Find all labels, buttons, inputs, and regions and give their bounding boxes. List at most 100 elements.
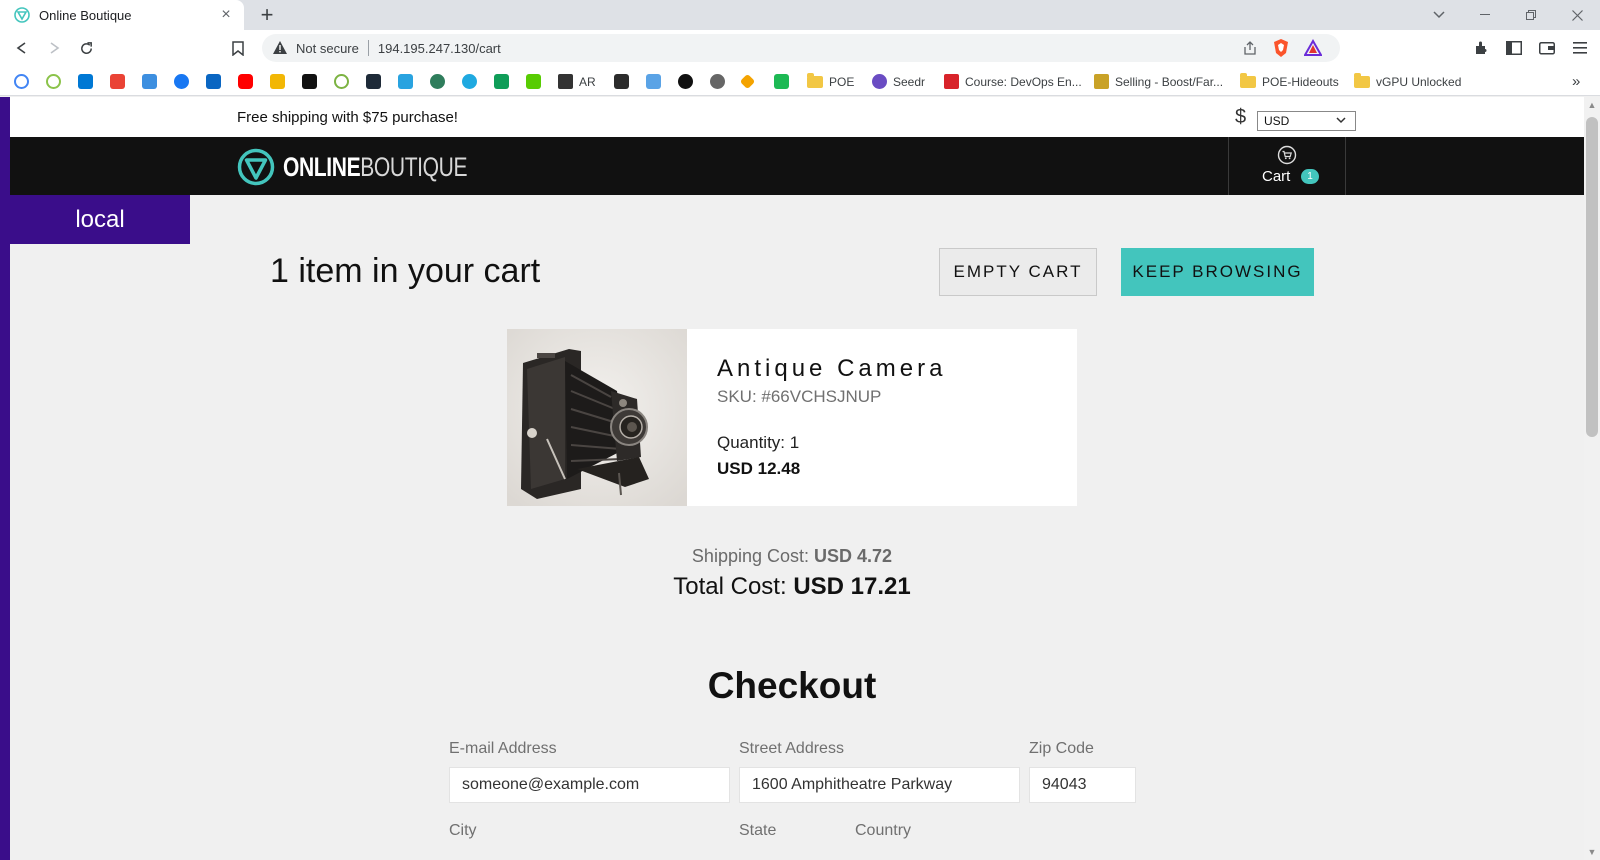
- wallet-icon[interactable]: [1535, 36, 1559, 60]
- email-field[interactable]: someone@example.com: [449, 767, 730, 803]
- chart-bookmark-icon[interactable]: [774, 74, 789, 89]
- share-icon[interactable]: [1242, 40, 1258, 61]
- page-scrollbar[interactable]: ▲ ▼: [1584, 97, 1600, 860]
- outlook-bookmark-icon[interactable]: [78, 74, 93, 89]
- cart-count-badge: 1: [1301, 169, 1319, 184]
- circle-bookmark-icon[interactable]: [46, 74, 61, 89]
- world-bookmark-icon[interactable]: [710, 74, 725, 89]
- duolingo-bookmark-icon[interactable]: [526, 74, 541, 89]
- scroll-up-icon[interactable]: ▲: [1587, 100, 1597, 110]
- dark-bookmark-icon[interactable]: [678, 74, 693, 89]
- teal-bookmark-icon[interactable]: [462, 74, 477, 89]
- bookmarks-bar: AR POE Seedr Course: DevOps En... Sellin…: [0, 66, 1600, 96]
- restore-icon[interactable]: [1508, 0, 1554, 30]
- item-price: USD 12.48: [717, 459, 801, 478]
- browser-toolbar: Not secure 194.195.247.130/cart: [0, 30, 1600, 66]
- shipping-cost: Shipping Cost: USD 4.72: [0, 546, 1584, 567]
- sidebar-icon[interactable]: [1502, 36, 1526, 60]
- city-label: City: [449, 822, 477, 839]
- bookmark-poe-label: POE: [829, 74, 855, 89]
- museum-icon: [558, 74, 573, 89]
- extensions-icon[interactable]: [1470, 36, 1494, 60]
- cart-link[interactable]: Cart 1: [1228, 137, 1346, 195]
- bookmark-folder-poe[interactable]: POE: [807, 72, 855, 90]
- url-text[interactable]: 194.195.247.130/cart: [378, 41, 501, 56]
- more-bookmarks-icon[interactable]: »: [1572, 73, 1580, 90]
- email-label: E-mail Address: [449, 740, 557, 757]
- scroll-thumb[interactable]: [1586, 117, 1598, 437]
- seedr-icon: [872, 74, 887, 89]
- bookmark-folder-vgpu[interactable]: vGPU Unlocked: [1354, 72, 1462, 90]
- currency-select[interactable]: USD: [1257, 111, 1356, 131]
- reload-icon[interactable]: [74, 36, 98, 60]
- not-secure-label[interactable]: Not secure: [296, 41, 359, 56]
- keep-browsing-button[interactable]: KEEP BROWSING: [1121, 248, 1314, 296]
- tab-search-icon[interactable]: [1416, 0, 1462, 30]
- bookmark-selling[interactable]: Selling - Boost/Far...: [1094, 73, 1223, 90]
- empty-cart-button[interactable]: EMPTY CART: [939, 248, 1097, 296]
- total-cost-label: Total Cost:: [673, 573, 787, 600]
- green-bookmark-icon[interactable]: [334, 74, 349, 89]
- forward-icon[interactable]: [42, 36, 66, 60]
- street-address-field[interactable]: 1600 Amphitheatre Parkway: [739, 767, 1020, 803]
- bookmark-course[interactable]: Course: DevOps En...: [944, 73, 1082, 90]
- bookmark-vgpu-label: vGPU Unlocked: [1376, 74, 1462, 89]
- logo-bold-text: ONLINE: [283, 151, 361, 182]
- item-quantity: Quantity: 1: [717, 433, 800, 452]
- gmail-bookmark-icon[interactable]: [110, 74, 125, 89]
- environment-badge: local: [10, 195, 190, 244]
- green-square-bookmark-icon[interactable]: [494, 74, 509, 89]
- yellow-bookmark-icon[interactable]: [270, 74, 285, 89]
- cart-label: Cart: [1262, 168, 1291, 185]
- bookmark-ar-label: AR: [579, 74, 596, 89]
- page-viewport: Free shipping with $75 purchase! $ USD O…: [0, 97, 1600, 860]
- bookmark-ar[interactable]: AR: [558, 73, 596, 90]
- cart-item: Antique Camera SKU: #66VCHSJNUP Quantity…: [507, 329, 1077, 506]
- image-bookmark-icon[interactable]: [646, 74, 661, 89]
- close-window-icon[interactable]: [1554, 0, 1600, 30]
- bookmark-folder-poe-hideouts[interactable]: POE-Hideouts: [1240, 72, 1339, 90]
- address-bar[interactable]: Not secure 194.195.247.130/cart: [262, 34, 1340, 62]
- course-icon: [944, 74, 959, 89]
- bookmark-selling-label: Selling - Boost/Far...: [1115, 74, 1224, 89]
- menu-icon[interactable]: [1568, 36, 1592, 60]
- facebook-bookmark-icon[interactable]: [174, 74, 189, 89]
- brave-shields-icon[interactable]: [1272, 38, 1290, 63]
- bookmark-page-icon[interactable]: [226, 36, 250, 60]
- product-image-camera[interactable]: [507, 329, 687, 506]
- total-cost-value: USD 17.21: [793, 573, 911, 600]
- folder-icon: [1354, 72, 1370, 88]
- brave-rewards-icon[interactable]: [1303, 38, 1323, 62]
- tab-title: Online Boutique: [39, 7, 132, 23]
- zip-code-field[interactable]: 94043: [1029, 767, 1136, 803]
- currency-selected: USD: [1264, 114, 1290, 128]
- bookmark-poe-hideouts-label: POE-Hideouts: [1262, 74, 1339, 89]
- country-label: Country: [855, 822, 912, 839]
- google-bookmark-icon[interactable]: [14, 74, 29, 89]
- minimize-icon[interactable]: [1462, 0, 1508, 30]
- back-icon[interactable]: [10, 36, 34, 60]
- ez-bookmark-icon[interactable]: [302, 74, 317, 89]
- youtube-bookmark-icon[interactable]: [238, 74, 253, 89]
- site-navbar: ONLINEBOUTIQUE Cart 1: [10, 137, 1584, 195]
- bookmark-seedr[interactable]: Seedr: [872, 73, 925, 90]
- new-tab-button[interactable]: +: [256, 2, 278, 27]
- camera-bookmark-icon[interactable]: [614, 74, 629, 89]
- cart-title: 1 item in your cart: [270, 252, 541, 290]
- tab-close-icon[interactable]: ×: [216, 5, 236, 25]
- globe-bookmark-icon[interactable]: [430, 74, 445, 89]
- bookmark-seedr-label: Seedr: [893, 74, 926, 89]
- site-logo[interactable]: ONLINEBOUTIQUE: [237, 147, 519, 187]
- item-name[interactable]: Antique Camera: [717, 355, 946, 383]
- linkedin-bookmark-icon[interactable]: [206, 74, 221, 89]
- browser-tab-active[interactable]: Online Boutique ×: [0, 0, 244, 30]
- antique-camera-illustration: [507, 329, 687, 506]
- blue-bookmark-icon[interactable]: [398, 74, 413, 89]
- s-bookmark-icon[interactable]: [366, 74, 381, 89]
- scroll-down-icon[interactable]: ▼: [1587, 847, 1597, 857]
- omnibox-divider: [367, 40, 369, 56]
- logo-light-text: BOUTIQUE: [360, 151, 468, 182]
- aol-bookmark-icon[interactable]: [142, 74, 157, 89]
- diamond-bookmark-icon[interactable]: [739, 73, 756, 90]
- bookmark-course-label: Course: DevOps En...: [965, 74, 1082, 89]
